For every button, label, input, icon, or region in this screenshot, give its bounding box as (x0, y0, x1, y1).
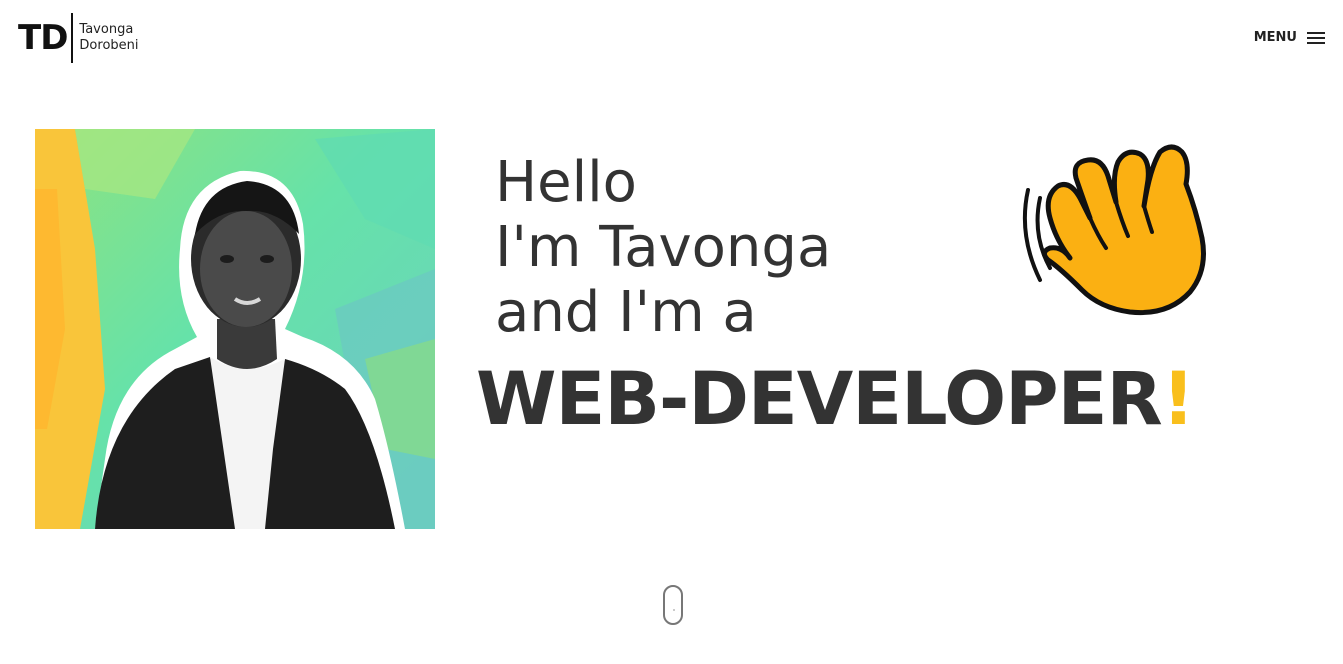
intro-heading: Hello I'm Tavonga and I'm a (495, 150, 831, 345)
menu-label: MENU (1253, 30, 1297, 45)
logo-first-name: Tavonga (79, 22, 134, 37)
menu-button[interactable]: MENU (1254, 30, 1325, 45)
scroll-wheel-dot (673, 609, 675, 611)
role-exclamation: ! (1161, 357, 1195, 442)
role-title: WEB-DEVELOPER! (476, 355, 1195, 445)
logo-name: Tavonga Dorobeni (79, 22, 138, 54)
page: TD Tavonga Dorobeni MENU Hello I'm Tavon… (0, 0, 1343, 664)
hamburger-icon[interactable] (1307, 31, 1325, 44)
logo-last-name: Dorobeni (79, 38, 139, 53)
intro-line-role-lead: and I'm a (495, 280, 757, 345)
waving-hand-icon (1010, 140, 1210, 325)
logo-mark: TD (18, 18, 68, 58)
intro-line-name: I'm Tavonga (495, 215, 832, 280)
logo-divider (71, 13, 74, 63)
role-text: WEB-DEVELOPER (476, 357, 1163, 442)
intro-line-hello: Hello (495, 150, 637, 215)
mouse-scroll-icon[interactable] (663, 585, 683, 625)
site-logo[interactable]: TD Tavonga Dorobeni (18, 13, 139, 63)
profile-photo (35, 129, 435, 529)
